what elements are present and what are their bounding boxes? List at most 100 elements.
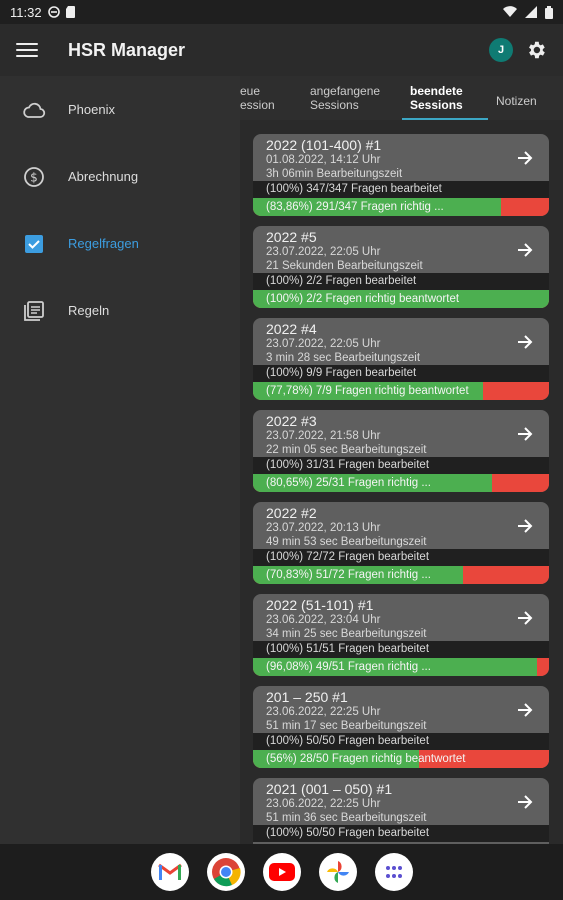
tab-label: eue — [240, 84, 261, 98]
nav-item-regeln[interactable]: Regeln — [0, 277, 240, 344]
tab-label: angefangene — [310, 84, 381, 98]
session-title: 2022 #5 — [266, 229, 317, 245]
session-duration: 21 Sekunden Bearbeitungszeit — [266, 260, 423, 272]
session-correct: (77,78%) 7/9 Fragen richtig beantwortet — [266, 385, 469, 397]
session-answered: (100%) 50/50 Fragen bearbeitet — [266, 827, 430, 839]
photos-icon[interactable] — [318, 853, 357, 891]
status-time: 11:32 — [10, 4, 42, 20]
session-answered: (100%) 51/51 Fragen bearbeitet — [266, 643, 430, 655]
session-card[interactable]: 2022 #4 23.07.2022, 22:05 Uhr 3 min 28 s… — [253, 318, 549, 400]
session-correct: (56%) 28/50 Fragen richtig beantwortet — [266, 753, 466, 765]
account-avatar[interactable]: J — [489, 38, 513, 62]
tab-bar: eue ession angefangene Sessions beendete… — [240, 76, 563, 120]
session-answered: (100%) 50/50 Fragen bearbeitet — [266, 735, 430, 747]
arrow-right-icon[interactable] — [515, 608, 535, 628]
session-card[interactable]: 201 – 250 #1 23.06.2022, 22:25 Uhr 51 mi… — [253, 686, 549, 768]
list-icon — [22, 299, 46, 323]
session-date: 01.08.2022, 14:12 Uhr — [266, 154, 381, 166]
arrow-right-icon[interactable] — [515, 148, 535, 168]
session-correct: (70,83%) 51/72 Fragen richtig ... — [266, 569, 431, 581]
session-answered: (100%) 72/72 Fragen bearbeitet — [266, 551, 430, 563]
tab-label: Sessions — [410, 98, 463, 112]
session-correct: (100%) 2/2 Fragen richtig beantwortet — [266, 293, 460, 305]
nav-item-abrechnung[interactable]: $ Abrechnung — [0, 143, 240, 210]
nav-item-regelfragen[interactable]: Regelfragen — [0, 210, 240, 277]
session-card[interactable]: 2022 (101-400) #1 01.08.2022, 14:12 Uhr … — [253, 134, 549, 216]
tab-label: Sessions — [310, 98, 359, 112]
session-date: 23.07.2022, 22:05 Uhr — [266, 246, 381, 258]
correct-progress-bar: (100%) 2/2 Fragen richtig beantwortet — [253, 290, 549, 308]
youtube-icon[interactable] — [262, 853, 301, 891]
dollar-circle-icon: $ — [22, 165, 46, 189]
session-answered: (100%) 9/9 Fragen bearbeitet — [266, 367, 417, 379]
tab-label: ession — [240, 98, 275, 112]
session-duration: 49 min 53 sec Bearbeitungszeit — [266, 536, 427, 548]
nav-item-phoenix[interactable]: Phoenix — [0, 76, 240, 143]
correct-progress-bar: (83,86%) 291/347 Fragen richtig ... — [253, 198, 549, 216]
session-duration: 3h 06min Bearbeitungszeit — [266, 168, 403, 180]
svg-text:$: $ — [30, 170, 38, 184]
session-date: 23.06.2022, 22:25 Uhr — [266, 706, 381, 718]
arrow-right-icon[interactable] — [515, 792, 535, 812]
session-title: 201 – 250 #1 — [266, 689, 348, 705]
session-correct: (83,86%) 291/347 Fragen richtig ... — [266, 201, 444, 213]
session-date: 23.07.2022, 20:13 Uhr — [266, 522, 381, 534]
correct-progress-bar: (70,83%) 51/72 Fragen richtig ... — [253, 566, 549, 584]
session-card[interactable]: 2022 (51-101) #1 23.06.2022, 23:04 Uhr 3… — [253, 594, 549, 676]
battery-icon — [545, 5, 553, 19]
nav-label: Regeln — [68, 303, 110, 318]
session-duration: 34 min 25 sec Bearbeitungszeit — [266, 628, 427, 640]
session-card[interactable]: 2022 #3 23.07.2022, 21:58 Uhr 22 min 05 … — [253, 410, 549, 492]
app-title: HSR Manager — [68, 39, 186, 60]
nav-label: Abrechnung — [68, 169, 139, 184]
tab-label: beendete — [410, 84, 463, 98]
chrome-icon[interactable] — [206, 853, 245, 891]
session-duration: 22 min 05 sec Bearbeitungszeit — [266, 444, 427, 456]
app-bar: HSR Manager J — [0, 24, 563, 76]
app-dock — [0, 844, 563, 900]
arrow-right-icon[interactable] — [515, 332, 535, 352]
session-card[interactable]: 2022 #5 23.07.2022, 22:05 Uhr 21 Sekunde… — [253, 226, 549, 308]
dnd-icon — [47, 6, 60, 18]
tab-neue-sessions[interactable]: eue ession — [240, 84, 302, 120]
tab-notizen[interactable]: Notizen — [488, 94, 563, 120]
session-duration: 3 min 28 sec Bearbeitungszeit — [266, 352, 421, 364]
status-bar: 11:32 — [0, 0, 563, 24]
session-title: 2022 (51-101) #1 — [266, 597, 374, 613]
session-title: 2022 #2 — [266, 505, 317, 521]
settings-gear-icon[interactable] — [525, 39, 547, 61]
nav-drawer: Phoenix $ Abrechnung Regelfragen Regeln — [0, 76, 240, 844]
session-correct: (96,08%) 49/51 Fragen richtig ... — [266, 661, 431, 673]
session-answered: (100%) 2/2 Fragen bearbeitet — [266, 275, 417, 287]
tab-angefangene-sessions[interactable]: angefangene Sessions — [302, 84, 402, 120]
session-title: 2021 (001 – 050) #1 — [266, 781, 393, 797]
arrow-right-icon[interactable] — [515, 516, 535, 536]
cloud-icon — [22, 98, 46, 122]
menu-icon[interactable] — [16, 39, 38, 61]
signal-icon — [525, 6, 537, 18]
correct-progress-bar: (77,78%) 7/9 Fragen richtig beantwortet — [253, 382, 549, 400]
session-answered: (100%) 31/31 Fragen bearbeitet — [266, 459, 430, 471]
session-duration: 51 min 36 sec Bearbeitungszeit — [266, 812, 427, 824]
apps-icon[interactable] — [374, 853, 413, 891]
tab-label: Notizen — [496, 94, 537, 108]
arrow-right-icon[interactable] — [515, 240, 535, 260]
session-answered: (100%) 347/347 Fragen bearbeitet — [266, 183, 442, 195]
session-date: 23.06.2022, 22:25 Uhr — [266, 798, 381, 810]
correct-progress-bar: (80,65%) 25/31 Fragen richtig ... — [253, 474, 549, 492]
sessions-panel: eue ession angefangene Sessions beendete… — [240, 76, 563, 844]
session-date: 23.07.2022, 21:58 Uhr — [266, 430, 381, 442]
session-card[interactable]: 2021 (001 – 050) #1 23.06.2022, 22:25 Uh… — [253, 778, 549, 844]
correct-progress-bar: (56%) 28/50 Fragen richtig beantwortet — [253, 750, 549, 768]
arrow-right-icon[interactable] — [515, 424, 535, 444]
session-card[interactable]: 2022 #2 23.07.2022, 20:13 Uhr 49 min 53 … — [253, 502, 549, 584]
nav-label: Regelfragen — [68, 236, 139, 251]
session-title: 2022 #3 — [266, 413, 317, 429]
sd-card-icon — [65, 6, 75, 18]
session-date: 23.07.2022, 22:05 Uhr — [266, 338, 381, 350]
checkbox-icon — [22, 232, 46, 256]
gmail-icon[interactable] — [150, 853, 189, 891]
arrow-right-icon[interactable] — [515, 700, 535, 720]
tab-beendete-sessions[interactable]: beendete Sessions — [402, 84, 488, 120]
session-title: 2022 (101-400) #1 — [266, 137, 382, 153]
